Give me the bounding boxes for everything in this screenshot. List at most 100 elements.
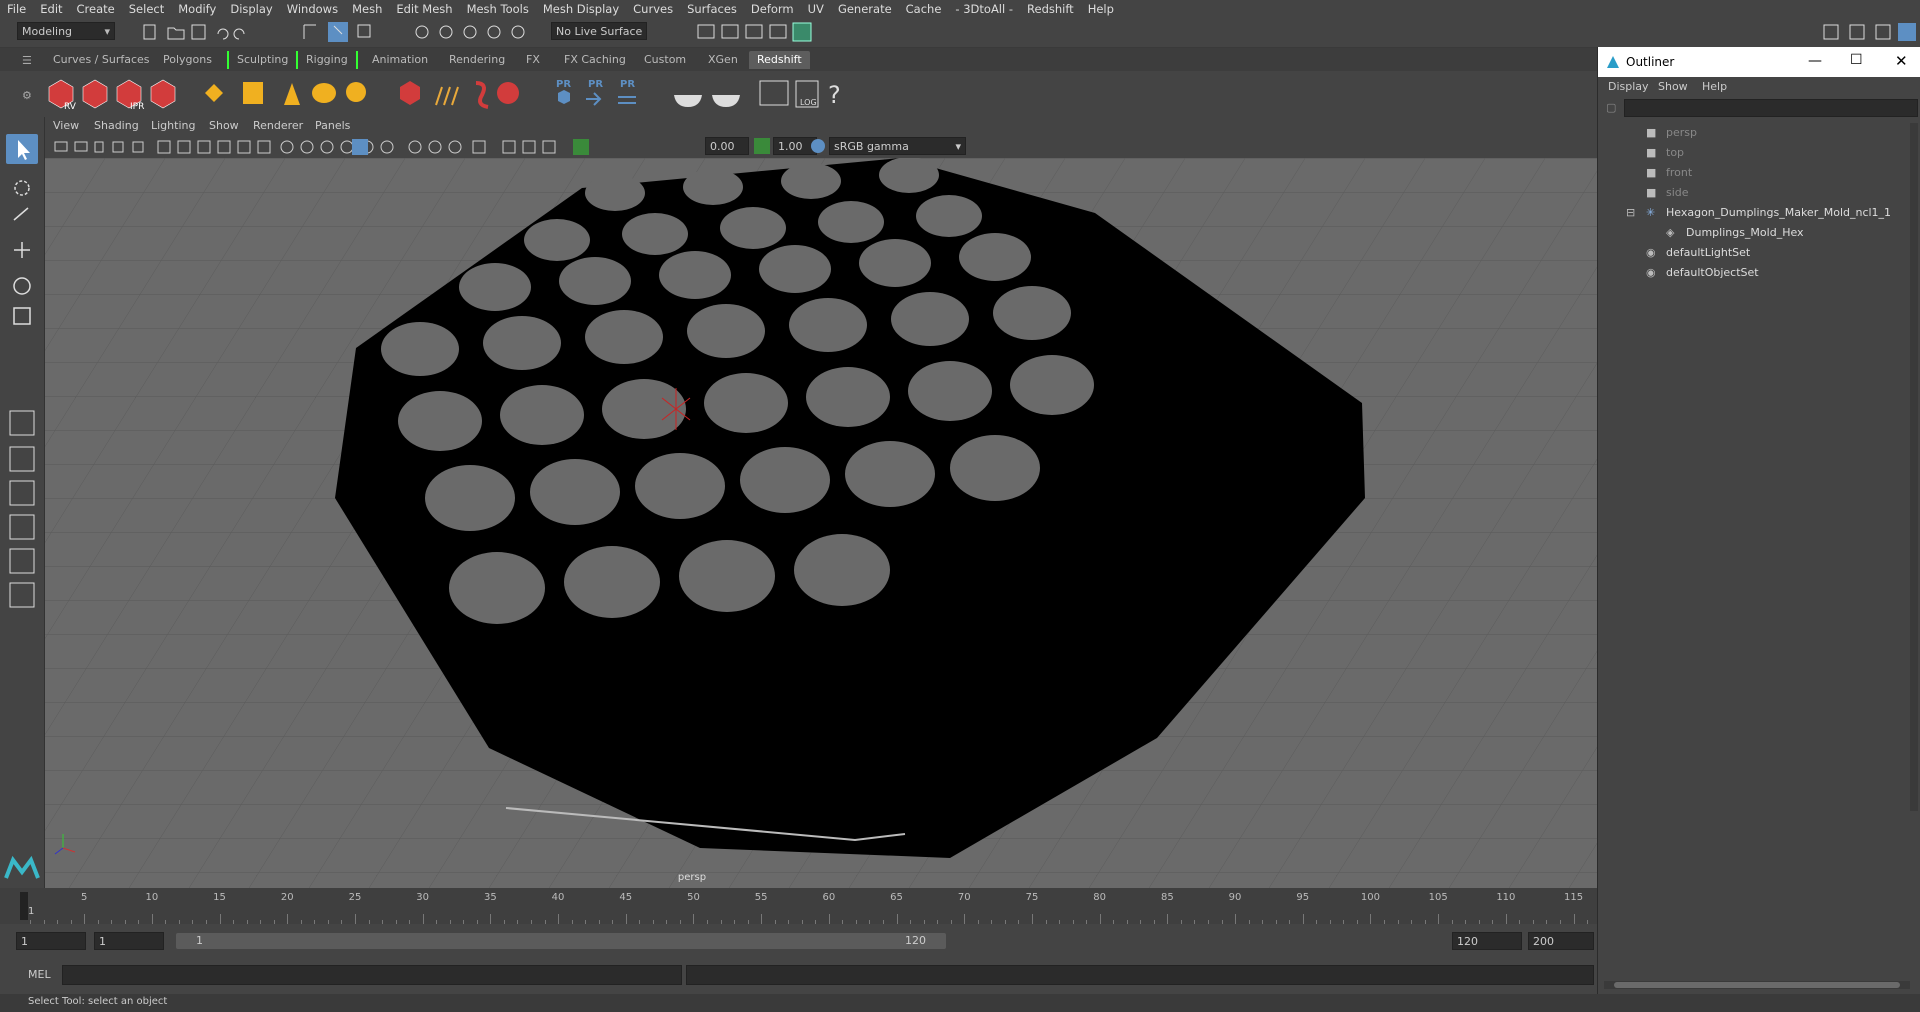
tab-fx[interactable]: FX <box>518 51 548 69</box>
menu-modify[interactable]: Modify <box>171 2 223 16</box>
exposure-field[interactable]: 0.00 <box>705 137 749 155</box>
menu-create[interactable]: Create <box>70 2 122 16</box>
menu-redshift[interactable]: Redshift <box>1020 2 1081 16</box>
vp-menu-shading[interactable]: Shading <box>94 119 139 132</box>
outliner-item[interactable]: ■ front <box>1598 163 1908 183</box>
menu-curves[interactable]: Curves <box>626 2 680 16</box>
vp-menu-show[interactable]: Show <box>209 119 239 132</box>
tab-curves-surfaces[interactable]: Curves / Surfaces <box>45 51 158 69</box>
tab-xgen[interactable]: XGen <box>700 51 746 69</box>
outliner-item[interactable]: ◉ defaultObjectSet <box>1598 263 1908 283</box>
menu-3dtoall[interactable]: - 3DtoAll - <box>948 2 1020 16</box>
menu-uv[interactable]: UV <box>801 2 831 16</box>
minimize-icon[interactable]: — <box>1808 53 1822 69</box>
start-frame-field[interactable]: 1 <box>16 932 86 950</box>
mold-hole <box>916 195 982 237</box>
timeline-tick <box>1140 920 1142 924</box>
redshift-bowl-buttons[interactable] <box>668 75 748 113</box>
collapse-icon[interactable]: ⊟ <box>1626 203 1635 223</box>
redshift-render-buttons[interactable]: RV IPR <box>44 75 184 113</box>
outliner-item[interactable]: ⊟ ✳ Hexagon_Dumplings_Maker_Mold_ncl1_1 <box>1598 203 1908 223</box>
outliner-vertical-scrollbar[interactable] <box>1910 123 1918 811</box>
persp-outliner-icon <box>9 582 35 608</box>
redshift-light-buttons[interactable] <box>200 75 375 113</box>
redshift-object-buttons[interactable] <box>390 75 520 113</box>
close-icon[interactable]: ✕ <box>1895 52 1908 70</box>
tab-polygons[interactable]: Polygons <box>155 51 220 69</box>
shelf-menu-icon[interactable]: ☰ <box>22 54 32 67</box>
transform-tools[interactable] <box>6 172 38 392</box>
current-start-field[interactable]: 1 <box>94 932 164 950</box>
menu-edit[interactable]: Edit <box>33 2 69 16</box>
hair-icon <box>435 86 459 106</box>
menu-help[interactable]: Help <box>1081 2 1121 16</box>
outliner-item[interactable]: ■ persp <box>1598 123 1908 143</box>
workspace-dropdown[interactable]: Modeling ▾ <box>17 22 115 40</box>
maximize-icon[interactable]: ☐ <box>1850 52 1863 68</box>
tab-sculpting[interactable]: Sculpting <box>227 51 296 69</box>
timeline-tick <box>490 914 492 924</box>
menu-deform[interactable]: Deform <box>744 2 801 16</box>
workspace-layout-icons[interactable] <box>1820 21 1918 43</box>
end-frame-field[interactable]: 120 <box>1452 932 1522 950</box>
outliner-item[interactable]: ■ side <box>1598 183 1908 203</box>
tab-custom[interactable]: Custom <box>636 51 694 69</box>
timeline-tick <box>991 920 993 924</box>
filter-icon[interactable]: ▢ <box>1606 101 1616 114</box>
outliner-item[interactable]: ◈ Dumplings_Mold_Hex <box>1598 223 1908 243</box>
mel-input[interactable] <box>62 965 682 985</box>
area-light-icon <box>205 84 223 102</box>
color-space-dropdown[interactable]: sRGB gamma ▾ <box>829 137 966 155</box>
tab-redshift[interactable]: Redshift <box>749 51 810 69</box>
redshift-misc-buttons[interactable]: LOG ? <box>756 75 856 113</box>
tab-rigging[interactable]: Rigging <box>296 51 358 69</box>
outliner-item[interactable]: ◉ defaultLightSet <box>1598 243 1908 263</box>
menu-windows[interactable]: Windows <box>280 2 345 16</box>
playback-range-bar[interactable]: 1 120 <box>176 933 946 949</box>
menu-file[interactable]: File <box>0 2 33 16</box>
vp-menu-lighting[interactable]: Lighting <box>151 119 195 132</box>
render-icons[interactable] <box>695 21 815 43</box>
perspective-viewport[interactable]: persp <box>45 158 1597 888</box>
outliner-menu-help[interactable]: Help <box>1702 80 1727 93</box>
menu-edit-mesh[interactable]: Edit Mesh <box>389 2 459 16</box>
live-surface-field[interactable]: No Live Surface <box>551 22 647 40</box>
outliner-horizontal-scrollbar[interactable] <box>1604 981 1910 989</box>
mold-hole <box>585 175 645 211</box>
max-frame-field[interactable]: 200 <box>1528 932 1594 950</box>
outliner-item[interactable]: ■ top <box>1598 143 1908 163</box>
timeline-tick <box>314 920 316 924</box>
scroll-thumb[interactable] <box>1614 982 1900 988</box>
menu-generate[interactable]: Generate <box>831 2 899 16</box>
select-tool-button[interactable] <box>6 134 38 164</box>
menu-mesh-display[interactable]: Mesh Display <box>536 2 626 16</box>
tab-rendering[interactable]: Rendering <box>441 51 513 69</box>
menu-mesh-tools[interactable]: Mesh Tools <box>460 2 536 16</box>
color-management-icon[interactable] <box>809 137 827 155</box>
redshift-pr-buttons[interactable]: PR PR PR <box>548 75 638 113</box>
menu-mesh[interactable]: Mesh <box>345 2 389 16</box>
menu-select[interactable]: Select <box>122 2 171 16</box>
tab-animation[interactable]: Animation <box>364 51 436 69</box>
vp-menu-panels[interactable]: Panels <box>315 119 350 132</box>
vp-menu-view[interactable]: View <box>53 119 79 132</box>
outliner-item-label: defaultLightSet <box>1666 246 1751 259</box>
tab-fx-caching[interactable]: FX Caching <box>556 51 634 69</box>
time-slider[interactable]: 1 5 10 15 20 25 30 35 40 45 50 55 60 65 70 75 80 85 90 95 1… <box>0 888 1643 924</box>
outliner-search-input[interactable] <box>1624 99 1918 117</box>
outliner-titlebar[interactable]: Outliner — ☐ ✕ <box>1598 47 1920 77</box>
panel-toolbar-icons[interactable] <box>53 138 693 156</box>
menu-cache[interactable]: Cache <box>899 2 949 16</box>
layout-tools[interactable] <box>6 407 38 647</box>
snap-icons[interactable] <box>412 21 542 43</box>
outliner-menu-display[interactable]: Display <box>1608 80 1649 93</box>
menu-surfaces[interactable]: Surfaces <box>680 2 744 16</box>
vp-menu-renderer[interactable]: Renderer <box>253 119 303 132</box>
gamma-toggle-icon[interactable] <box>753 137 771 155</box>
outliner-menu-show[interactable]: Show <box>1658 80 1688 93</box>
shelf-gear-icon[interactable]: ⚙ <box>22 89 32 102</box>
timeline-tick <box>84 914 86 924</box>
menu-display[interactable]: Display <box>223 2 279 16</box>
selection-mask-icons[interactable] <box>298 21 383 43</box>
mel-label[interactable]: MEL <box>28 968 51 981</box>
